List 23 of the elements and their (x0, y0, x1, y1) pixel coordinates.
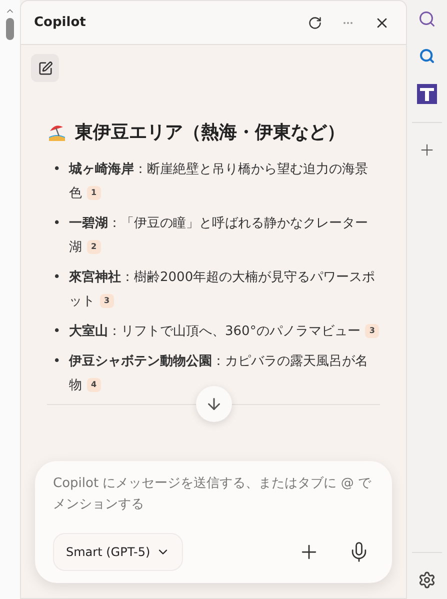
refresh-icon (308, 16, 322, 30)
scroll-down-button[interactable] (196, 386, 232, 422)
new-chat-button[interactable] (31, 54, 59, 82)
bullet: • (52, 215, 62, 233)
panel-title: Copilot (34, 15, 87, 30)
model-dropdown[interactable]: Smart (GPT-5) (53, 533, 184, 571)
scrollbar-thumb[interactable] (6, 18, 14, 40)
bullet: • (52, 353, 62, 371)
list-item-text: 大室山：リフトで山頂へ、360°のパノラマビュー 3 (69, 320, 379, 344)
bullet: • (52, 161, 62, 179)
list-item-text: 一碧湖：「伊豆の瞳」と呼ばれる静かなクレーター湖 2 (69, 215, 369, 257)
bullet: • (52, 323, 62, 341)
beach-umbrella-icon (47, 123, 67, 141)
list-item-text: 城ヶ崎海岸：断崖絶壁と吊り橋から望む迫力の海景色 1 (69, 161, 369, 203)
app-button[interactable] (415, 82, 439, 106)
app-logo-icon (417, 84, 437, 104)
bullet: • (52, 269, 62, 287)
list-item-text: 伊豆シャボテン動物公園：カピバラの露天風呂が名物 4 (69, 353, 369, 395)
search-button[interactable] (417, 46, 437, 66)
section-heading: 東伊豆エリア（熱海・伊東など） (75, 121, 345, 144)
message-composer[interactable]: Copilot にメッセージを送信する、またはタブに @ でメンションする Smart (GPT-5) (35, 461, 392, 583)
pencil-square-icon (38, 60, 52, 76)
list-item-text: 來宮神社：樹齢2000年超の大楠が見守るパワースポット 3 (69, 268, 376, 311)
